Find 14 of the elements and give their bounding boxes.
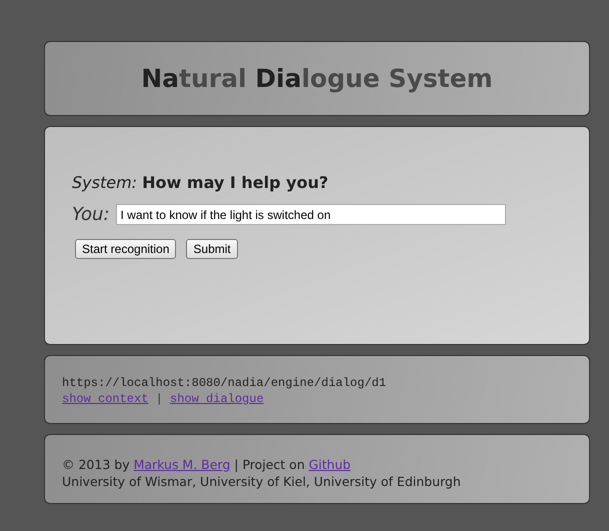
start-recognition-button[interactable]: Start recognition	[75, 239, 176, 259]
github-link[interactable]: Github	[308, 457, 351, 472]
copyright-text: © 2013 by Markus M. Berg | Project on Github	[62, 456, 352, 473]
show-dialogue-link[interactable]: show dialogue	[170, 392, 264, 406]
author-link[interactable]: Markus M. Berg	[134, 457, 230, 472]
show-context-link[interactable]: show context	[62, 392, 148, 406]
input-field[interactable]: I want to know if the light is switched on	[116, 204, 506, 225]
page-title: Natural Dialogue System	[141, 64, 493, 93]
system-message: System: How may I help you?	[72, 173, 330, 192]
user-label: You:	[72, 204, 110, 225]
link-separator: |	[154, 392, 164, 406]
affiliation-text: University of Wismar, University of Kiel, University of Edinburgh	[62, 473, 462, 490]
url-text: https://localhost:8080/nadia/engine/dialog/d1	[62, 375, 388, 391]
submit-button[interactable]: Submit	[186, 239, 238, 259]
